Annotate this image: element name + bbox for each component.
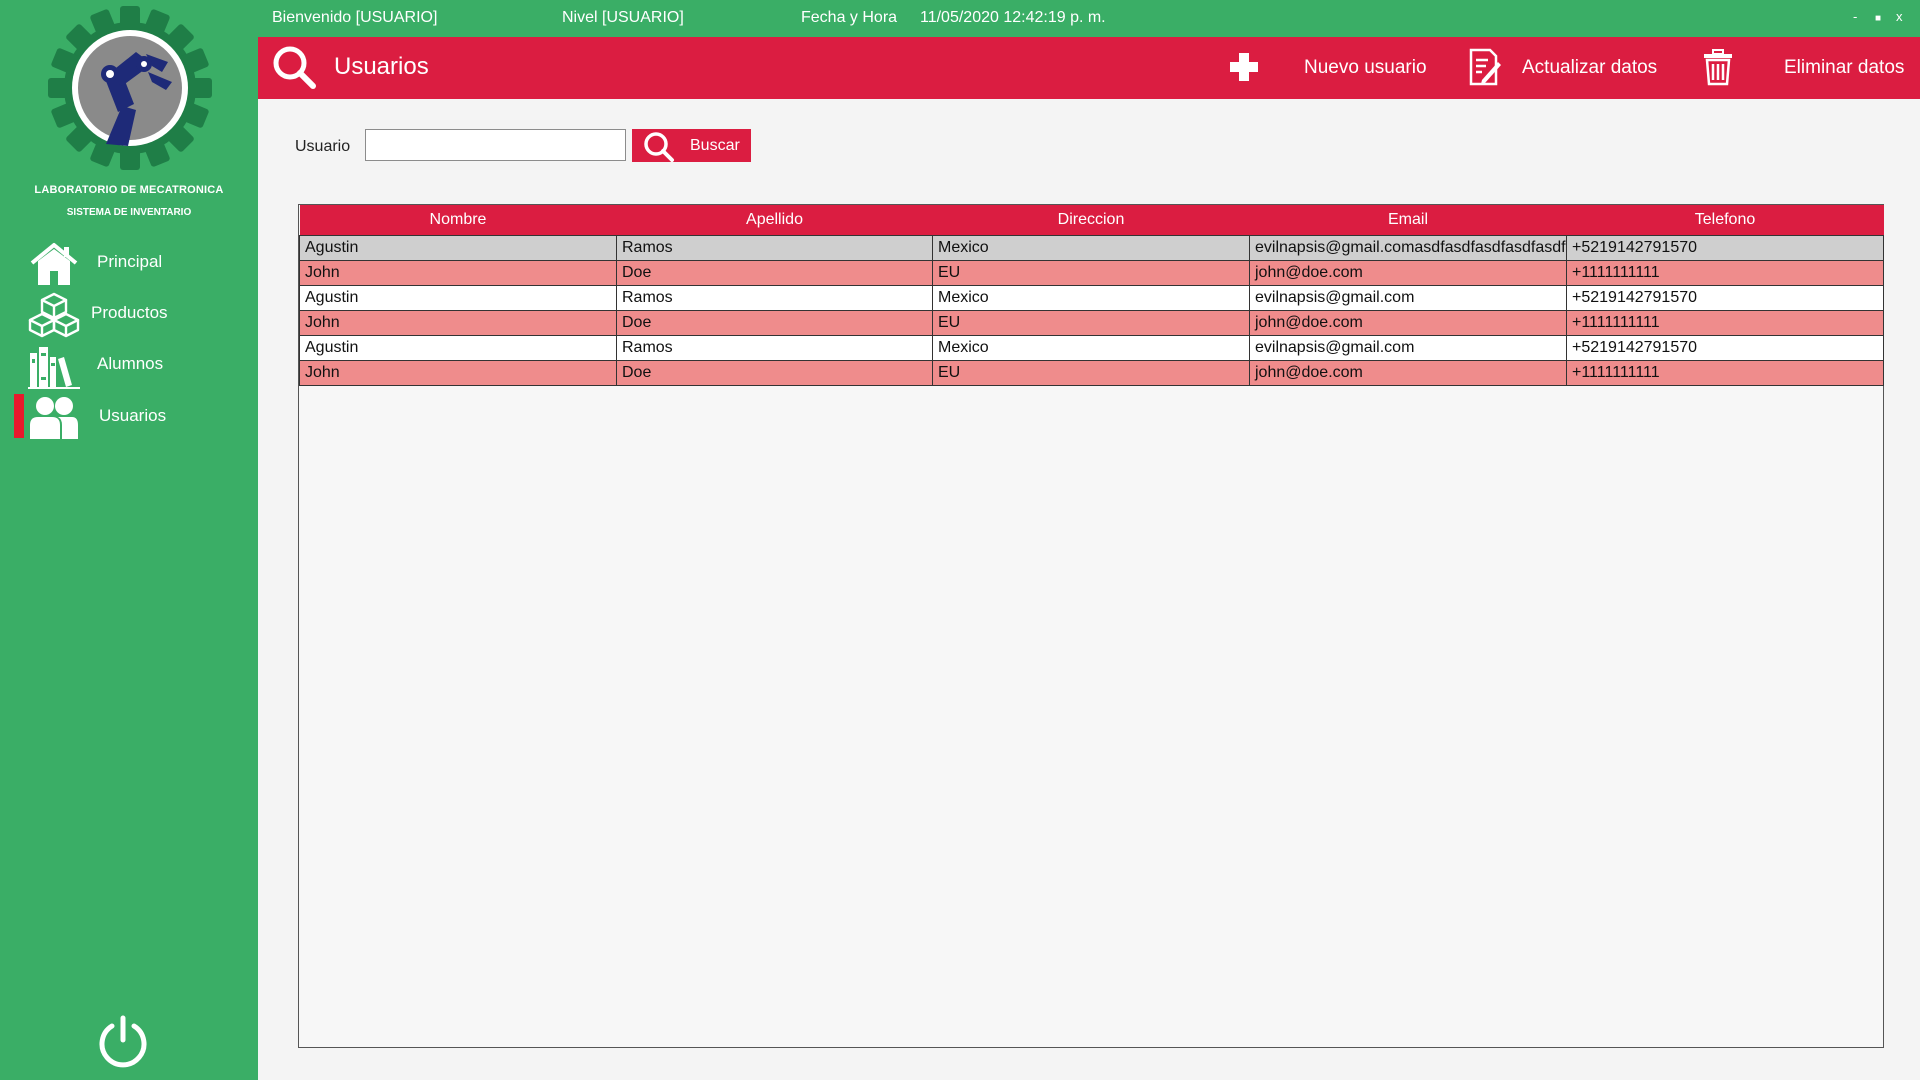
welcome-text: Bienvenido [USUARIO] (272, 9, 438, 26)
cell-email[interactable]: evilnapsis@gmail.com (1249, 284, 1567, 311)
search-icon (273, 46, 316, 89)
sidebar: LABORATORIO DE MECATRONICA SISTEMA DE IN… (0, 0, 258, 1080)
table-header-row: Nombre Apellido Direccion Email Telefono (299, 205, 1884, 235)
search-label: Usuario (295, 138, 351, 155)
house-icon (30, 243, 78, 285)
column-header-direccion[interactable]: Direccion (932, 205, 1250, 235)
table-row[interactable]: Agustin Ramos Mexico evilnapsis@gmail.com +5… (299, 334, 1884, 361)
maximize-button[interactable]: ■ (1875, 13, 1881, 24)
page-title: Usuarios (334, 53, 429, 80)
cell-direccion[interactable]: EU (932, 259, 1250, 286)
sidebar-item-principal[interactable]: Principal (0, 238, 258, 288)
cell-telefono[interactable]: +5219142791570 (1566, 284, 1884, 311)
trash-icon (1704, 49, 1732, 86)
cell-telefono[interactable]: +5219142791570 (1566, 334, 1884, 361)
new-user-button[interactable]: Nuevo usuario (1228, 37, 1427, 99)
users-icon (30, 397, 78, 439)
cell-direccion[interactable]: Mexico (932, 284, 1250, 311)
table-row[interactable]: John Doe EU john@doe.com +1111111111 (299, 359, 1884, 386)
gear-robot-logo (48, 6, 212, 170)
cell-apellido[interactable]: Doe (616, 359, 933, 386)
cell-email[interactable]: john@doe.com (1249, 259, 1567, 286)
sidebar-item-label: Principal (97, 252, 163, 271)
column-header-apellido[interactable]: Apellido (616, 205, 933, 235)
table-row[interactable]: John Doe EU john@doe.com +1111111111 (299, 309, 1884, 336)
cell-nombre[interactable]: Agustin (299, 284, 617, 311)
active-indicator (14, 394, 24, 438)
datetime-label: Fecha y Hora (801, 9, 898, 26)
sidebar-item-label: Alumnos (97, 354, 164, 373)
cell-direccion[interactable]: Mexico (932, 334, 1250, 361)
minimize-button[interactable]: - (1853, 9, 1857, 24)
cell-direccion[interactable]: EU (932, 359, 1250, 386)
cell-apellido[interactable]: Ramos (616, 284, 933, 311)
cell-apellido[interactable]: Doe (616, 259, 933, 286)
cell-telefono[interactable]: +5219142791570 (1566, 234, 1884, 261)
brand-title: LABORATORIO DE MECATRONICA (34, 184, 224, 196)
cell-email[interactable]: evilnapsis@gmail.comasdfasdfasdfasdfasdf (1249, 234, 1567, 261)
cell-telefono[interactable]: +1111111111 (1566, 309, 1884, 336)
delete-data-label: Eliminar datos (1784, 57, 1905, 78)
cell-apellido[interactable]: Ramos (616, 334, 933, 361)
new-user-label: Nuevo usuario (1304, 57, 1427, 78)
cell-email[interactable]: evilnapsis@gmail.com (1249, 334, 1567, 361)
cell-apellido[interactable]: Ramos (616, 234, 933, 261)
cell-nombre[interactable]: John (299, 359, 617, 386)
column-header-telefono[interactable]: Telefono (1566, 205, 1884, 235)
cell-nombre[interactable]: John (299, 259, 617, 286)
search-button[interactable]: Buscar (632, 129, 751, 162)
books-icon (28, 347, 80, 389)
table-row[interactable]: John Doe EU john@doe.com +1111111111 (299, 259, 1884, 286)
search-button-label: Buscar (690, 137, 740, 154)
column-header-email[interactable]: Email (1249, 205, 1567, 235)
sidebar-item-label: Productos (91, 303, 168, 322)
datetime-value: 11/05/2020 12:42:19 p. m. (920, 9, 1106, 26)
edit-document-icon (1469, 48, 1501, 86)
power-icon[interactable] (96, 1014, 150, 1068)
update-data-button[interactable]: Actualizar datos (1468, 37, 1678, 99)
cell-telefono[interactable]: +1111111111 (1566, 359, 1884, 386)
user-search-input[interactable] (365, 129, 626, 161)
boxes-icon (28, 292, 80, 338)
plus-icon (1230, 53, 1258, 81)
cell-direccion[interactable]: EU (932, 309, 1250, 336)
cell-nombre[interactable]: Agustin (299, 234, 617, 261)
cell-nombre[interactable]: Agustin (299, 334, 617, 361)
search-icon (644, 132, 674, 162)
users-grid: Nombre Apellido Direccion Email Telefono… (299, 205, 1884, 386)
column-header-nombre[interactable]: Nombre (299, 205, 617, 235)
cell-direccion[interactable]: Mexico (932, 234, 1250, 261)
sidebar-item-productos[interactable]: Productos (0, 289, 258, 339)
brand-subtitle: SISTEMA DE INVENTARIO (66, 207, 192, 218)
table-row[interactable]: Agustin Ramos Mexico evilnapsis@gmail.comas… (299, 234, 1884, 261)
cell-apellido[interactable]: Doe (616, 309, 933, 336)
update-data-label: Actualizar datos (1522, 57, 1658, 78)
sidebar-item-alumnos[interactable]: Alumnos (0, 340, 258, 390)
cell-email[interactable]: john@doe.com (1249, 309, 1567, 336)
sidebar-item-usuarios[interactable]: Usuarios (0, 392, 258, 442)
delete-data-button[interactable]: Eliminar datos (1702, 37, 1920, 99)
cell-nombre[interactable]: John (299, 309, 617, 336)
close-button[interactable]: x (1896, 9, 1903, 24)
cell-telefono[interactable]: +1111111111 (1566, 259, 1884, 286)
sidebar-item-label: Usuarios (99, 406, 167, 425)
page-header: Usuarios Nuevo usuario Actualizar datos … (258, 37, 1920, 99)
level-text: Nivel [USUARIO] (562, 9, 684, 26)
table-row[interactable]: Agustin Ramos Mexico evilnapsis@gmail.com +5… (299, 284, 1884, 311)
titlebar: Bienvenido [USUARIO] Nivel [USUARIO] Fec… (258, 0, 1920, 37)
users-table[interactable]: Nombre Apellido Direccion Email Telefono… (298, 204, 1884, 1048)
cell-email[interactable]: john@doe.com (1249, 359, 1567, 386)
